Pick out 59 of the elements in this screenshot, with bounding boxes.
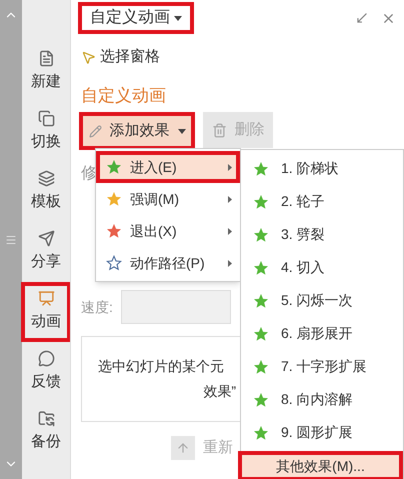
- selection-pane-icon: [81, 50, 96, 65]
- star-icon: [253, 292, 269, 308]
- scrollbar[interactable]: [0, 0, 22, 479]
- sidebar-item[interactable]: 模板: [21, 162, 71, 222]
- sidebar-icon: [38, 230, 54, 248]
- sidebar-icon: [38, 410, 54, 428]
- pencil-icon: [88, 124, 102, 138]
- star-icon: [253, 392, 269, 408]
- move-up-button[interactable]: [171, 436, 195, 460]
- submenu-arrow-icon: [228, 196, 232, 202]
- hint-text: 效果”: [203, 382, 237, 401]
- modify-label: 修: [81, 164, 97, 184]
- submenu-arrow-icon: [228, 260, 232, 266]
- star-icon: [253, 424, 269, 440]
- submenu-item[interactable]: 2. 轮子: [241, 185, 403, 218]
- submenu-arrow-icon: [228, 228, 232, 234]
- sidebar-item[interactable]: 分享: [21, 222, 71, 282]
- sidebar-icon: [38, 50, 54, 68]
- star-icon: [253, 160, 269, 176]
- sidebar-icon: [38, 110, 54, 128]
- section-title: 自定义动画: [81, 84, 167, 106]
- submenu-item[interactable]: 8. 向内溶解: [241, 383, 403, 416]
- menu-item[interactable]: 退出(X): [96, 215, 240, 247]
- more-effects-item[interactable]: 其他效果(M)...: [238, 451, 403, 479]
- submenu-item[interactable]: 3. 劈裂: [241, 218, 403, 251]
- star-icon: [253, 358, 269, 374]
- sidebar-item[interactable]: 反馈: [21, 342, 71, 402]
- hint-text: 选中幻灯片的某个元: [98, 357, 224, 376]
- caret-icon: [178, 128, 186, 134]
- sidebar-icon: [38, 350, 54, 368]
- star-icon: [253, 326, 269, 342]
- menu-item[interactable]: 强调(M): [96, 183, 240, 215]
- grip-icon: [5, 234, 17, 246]
- speed-field[interactable]: [120, 290, 231, 324]
- star-icon: [253, 226, 269, 242]
- submenu-item[interactable]: 4. 切入: [241, 251, 403, 284]
- sidebar-item[interactable]: 切换: [21, 102, 71, 162]
- sidebar-item[interactable]: 新建: [21, 42, 71, 102]
- dock-icon[interactable]: [355, 10, 369, 24]
- star-icon: [253, 260, 269, 276]
- sidebar-icon: [38, 290, 54, 308]
- menu-item[interactable]: 进入(E): [96, 151, 240, 183]
- submenu-item[interactable]: 5. 闪烁一次: [241, 284, 403, 317]
- add-effect-button[interactable]: 添加效果: [79, 112, 195, 150]
- submenu-item[interactable]: 1. 阶梯状: [241, 152, 403, 185]
- title-dropdown[interactable]: 自定义动画: [78, 2, 194, 34]
- menu-item[interactable]: 动作路径(P): [96, 247, 240, 279]
- star-icon: [253, 194, 269, 210]
- trash-icon: [212, 122, 226, 138]
- sidebar-icon: [38, 170, 54, 188]
- submenu-item[interactable]: 9. 圆形扩展: [241, 416, 403, 449]
- caret-icon: [174, 16, 182, 20]
- submenu-arrow-icon: [228, 164, 232, 170]
- speed-label: 速度:: [81, 298, 113, 316]
- selection-pane-link[interactable]: 选择窗格: [100, 46, 160, 68]
- submenu-item[interactable]: 7. 十字形扩展: [241, 350, 403, 383]
- sidebar-item[interactable]: 备份: [21, 402, 71, 462]
- submenu-item[interactable]: 6. 扇形展开: [241, 317, 403, 350]
- sidebar-item[interactable]: 动画: [21, 282, 71, 342]
